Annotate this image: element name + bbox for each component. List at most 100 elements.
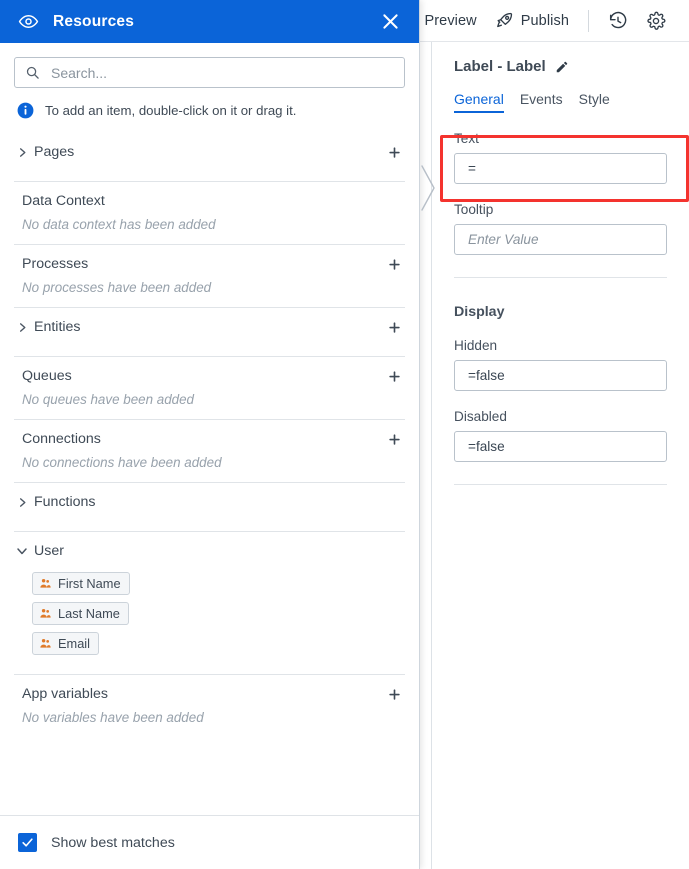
gear-icon — [646, 11, 666, 31]
section-processes: Processes No processes have been added — [14, 244, 405, 307]
pencil-icon[interactable] — [555, 60, 569, 74]
resources-body: To add an item, double-click on it or dr… — [0, 43, 419, 815]
list-item[interactable]: Last Name — [32, 602, 129, 625]
toolbar-divider — [588, 9, 589, 32]
search-box[interactable] — [14, 57, 405, 88]
history-clock-icon — [608, 11, 628, 31]
resources-footer: Show best matches — [0, 815, 419, 869]
section-app-variables-header[interactable]: App variables — [14, 675, 405, 713]
section-functions-spacer — [14, 521, 405, 531]
search-icon — [25, 65, 40, 80]
page-title: Label - Label — [454, 58, 546, 75]
field-tooltip-input-wrap[interactable] — [454, 224, 667, 255]
field-disabled: Disabled — [454, 409, 667, 462]
properties-divider-2 — [454, 484, 667, 485]
chevron-down-icon[interactable] — [14, 545, 30, 557]
section-pages-header[interactable]: Pages — [14, 133, 405, 171]
user-group-icon — [39, 637, 52, 650]
field-tooltip: Tooltip — [454, 202, 667, 255]
app-root: Preview Publish Label - Label General Ev… — [0, 0, 689, 869]
user-group-icon — [39, 577, 52, 590]
show-best-matches-label: Show best matches — [51, 834, 175, 851]
field-hidden: Hidden — [454, 338, 667, 391]
field-disabled-input-wrap[interactable] — [454, 431, 667, 462]
tooltip-input[interactable] — [466, 231, 655, 248]
show-best-matches-checkbox[interactable] — [18, 833, 37, 852]
chip-label: Email — [58, 636, 90, 651]
publish-button[interactable]: Publish — [486, 0, 578, 42]
field-disabled-label: Disabled — [454, 409, 507, 424]
add-connection-button[interactable] — [383, 432, 405, 447]
chevron-right-icon[interactable] — [14, 497, 30, 508]
section-pages-spacer — [14, 171, 405, 181]
section-processes-label: Processes — [22, 256, 89, 272]
disabled-input[interactable] — [466, 438, 655, 455]
publish-label: Publish — [520, 12, 569, 29]
tab-general[interactable]: General — [454, 91, 504, 113]
section-app-variables-label: App variables — [22, 686, 108, 702]
hint-row: To add an item, double-click on it or dr… — [0, 88, 419, 133]
section-user-header[interactable]: User — [14, 532, 405, 570]
add-entity-button[interactable] — [383, 320, 405, 335]
list-item[interactable]: First Name — [32, 572, 130, 595]
resources-header: Resources — [0, 0, 419, 43]
search-wrap — [0, 43, 419, 88]
hint-text: To add an item, double-click on it or dr… — [45, 103, 297, 118]
section-data-context-label: Data Context — [22, 193, 105, 209]
section-entities-spacer — [14, 346, 405, 356]
list-item[interactable]: Email — [32, 632, 99, 655]
section-functions-header[interactable]: Functions — [14, 483, 405, 521]
hidden-input[interactable] — [466, 367, 655, 384]
section-connections-empty: No connections have been added — [22, 455, 222, 470]
section-connections-label: Connections — [22, 431, 101, 447]
section-user: User First Name Last Name Email — [14, 531, 405, 674]
section-entities-label: Entities — [34, 319, 81, 335]
add-queue-button[interactable] — [383, 369, 405, 384]
section-data-context: Data Context No data context has been ad… — [14, 181, 405, 244]
section-queues-header[interactable]: Queues — [14, 357, 405, 395]
properties-title-row: Label - Label — [454, 42, 667, 75]
section-pages: Pages — [14, 133, 405, 181]
preview-button[interactable]: Preview — [415, 0, 485, 42]
resource-sections: Pages Data Context No data context has b… — [0, 133, 419, 737]
chevron-right-icon[interactable] — [14, 322, 30, 333]
tab-events[interactable]: Events — [520, 91, 563, 113]
preview-label: Preview — [424, 12, 477, 29]
chevron-right-icon[interactable] — [14, 147, 30, 158]
chip-row: First Name — [32, 572, 405, 602]
add-app-variable-button[interactable] — [383, 687, 405, 702]
field-tooltip-label: Tooltip — [454, 202, 494, 217]
resources-panel: Resources Search... To add an item, doub… — [0, 0, 420, 869]
info-circle-icon — [16, 101, 35, 120]
properties-panel: Label - Label General Events Style Text … — [431, 42, 689, 869]
section-user-label: User — [34, 543, 64, 559]
section-entities-header[interactable]: Entities — [14, 308, 405, 346]
properties-divider-1 — [454, 277, 667, 278]
settings-button[interactable] — [637, 0, 675, 42]
close-x-icon[interactable] — [376, 7, 405, 36]
display-group-title: Display — [454, 304, 505, 320]
section-functions: Functions — [14, 482, 405, 531]
field-text: Text — [454, 131, 667, 184]
section-data-context-header[interactable]: Data Context — [14, 182, 405, 220]
field-hidden-input-wrap[interactable] — [454, 360, 667, 391]
add-page-button[interactable] — [383, 145, 405, 160]
section-processes-empty: No processes have been added — [22, 280, 212, 295]
history-button[interactable] — [599, 0, 637, 42]
section-connections-header[interactable]: Connections — [14, 420, 405, 458]
text-input[interactable] — [466, 160, 655, 177]
section-entities: Entities — [14, 307, 405, 356]
section-connections: Connections No connections have been add… — [14, 419, 405, 482]
tab-style[interactable]: Style — [579, 91, 610, 113]
section-pages-label: Pages — [34, 144, 75, 160]
chip-label: Last Name — [58, 606, 120, 621]
chip-label: First Name — [58, 576, 121, 591]
section-processes-header[interactable]: Processes — [14, 245, 405, 283]
add-process-button[interactable] — [383, 257, 405, 272]
user-group-icon — [39, 607, 52, 620]
search-input[interactable] — [49, 63, 394, 82]
field-text-input-wrap[interactable] — [454, 153, 667, 184]
properties-tabs: General Events Style — [454, 91, 667, 113]
section-queues-empty: No queues have been added — [22, 392, 194, 407]
section-app-variables-empty: No variables have been added — [22, 710, 204, 725]
